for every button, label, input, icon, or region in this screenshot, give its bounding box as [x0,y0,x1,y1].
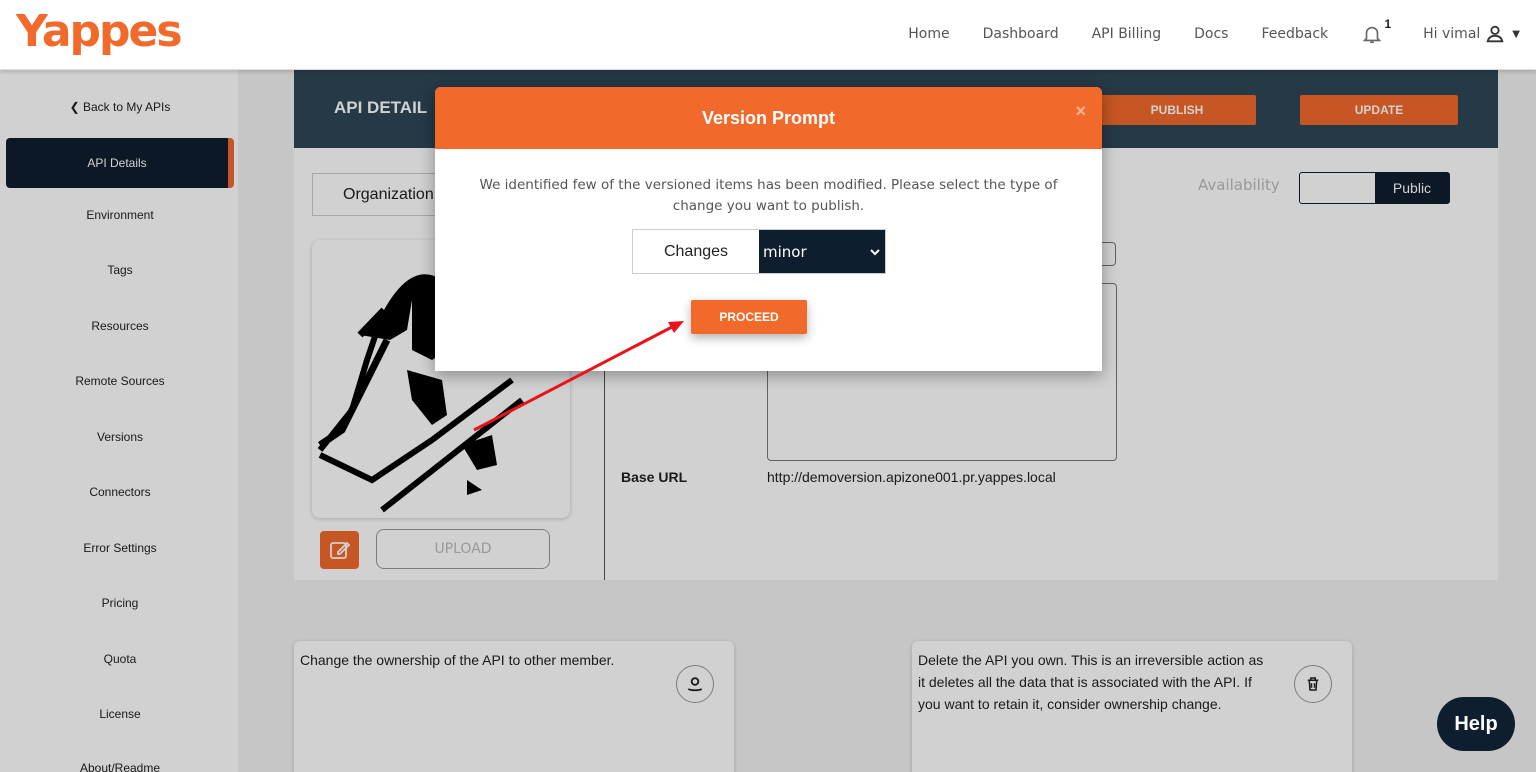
change-type-value: minor [763,242,807,261]
change-type-row: Changes minor [632,229,886,274]
nav-docs[interactable]: Docs [1194,26,1228,42]
close-icon[interactable]: × [1075,101,1086,122]
notification-count: 1 [1384,17,1392,31]
nav-feedback[interactable]: Feedback [1261,26,1328,42]
user-icon [1486,25,1504,43]
nav-home[interactable]: Home [908,26,949,42]
proceed-button[interactable]: PROCEED [691,300,807,334]
version-prompt-modal: Version Prompt × We identified few of th… [435,87,1102,371]
chevron-down-icon: ▼ [1512,28,1520,40]
modal-message: We identified few of the versioned items… [479,177,1058,214]
nav-dashboard[interactable]: Dashboard [983,26,1059,42]
help-button[interactable]: Help [1437,697,1515,751]
yappes-logo[interactable]: Yappes [16,6,183,57]
change-type-select[interactable]: minor [759,230,885,273]
modal-title: Version Prompt [701,107,836,128]
user-greeting: Hi vimal [1423,26,1481,42]
bell-icon [1362,26,1382,44]
user-menu[interactable]: Hi vimal ▼ [1423,23,1520,45]
notifications-button[interactable]: 1 [1361,17,1391,45]
chevron-down-icon [870,248,880,255]
changes-label: Changes [633,230,759,273]
top-nav: Home Dashboard API Billing Docs Feedback… [908,0,1536,68]
top-header: Yappes Home Dashboard API Billing Docs F… [0,0,1536,70]
modal-header: Version Prompt × [435,87,1102,149]
nav-api-billing[interactable]: API Billing [1092,26,1162,42]
